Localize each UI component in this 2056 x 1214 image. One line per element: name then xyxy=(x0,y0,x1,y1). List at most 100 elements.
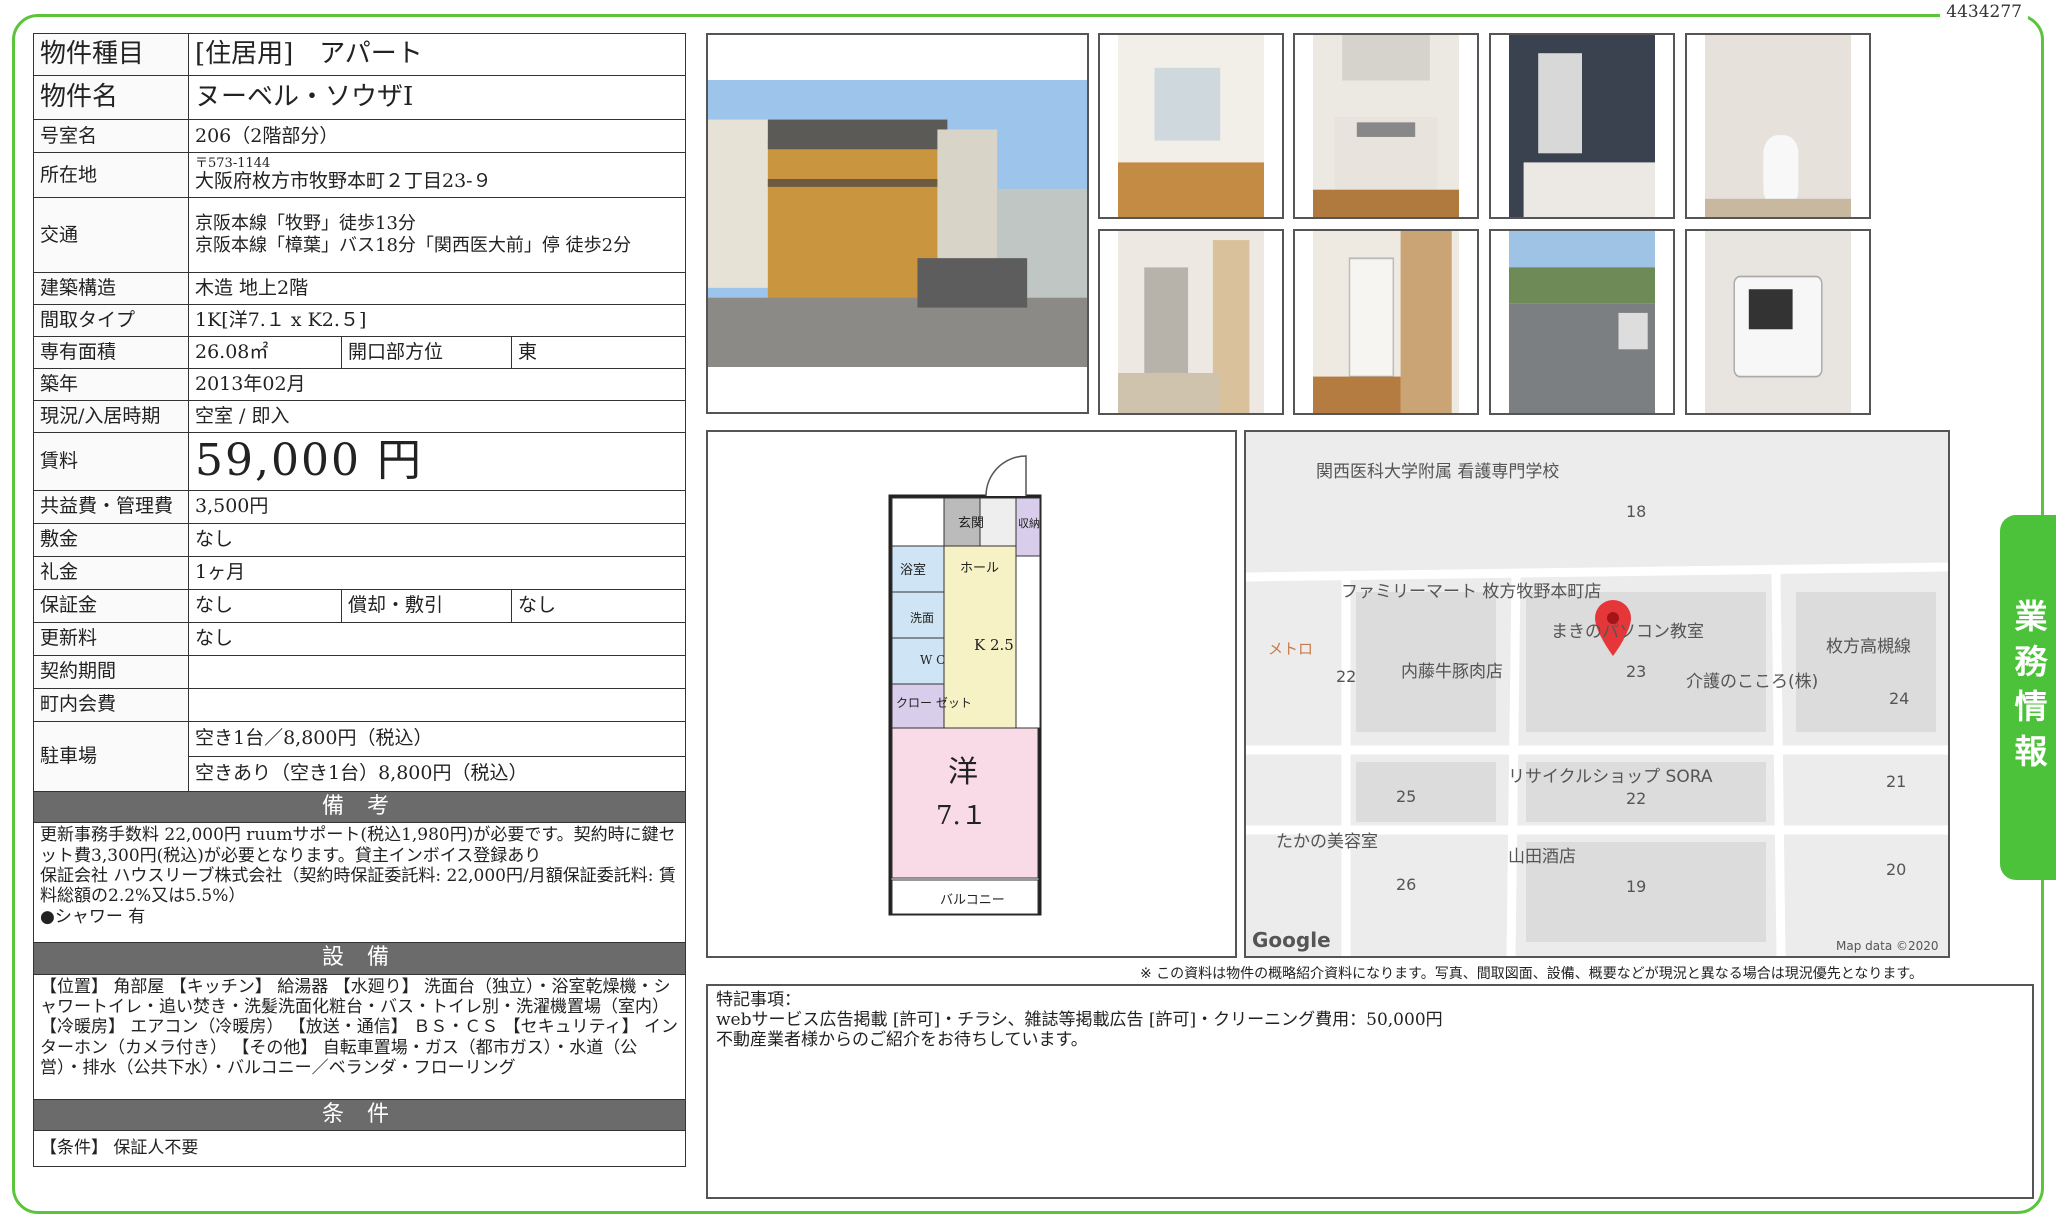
map-block-22b: 22 xyxy=(1626,789,1646,808)
floor-genkan: 玄関 xyxy=(958,516,984,531)
entrance-photo[interactable] xyxy=(1098,229,1284,415)
label-fee: 共益費・管理費 xyxy=(33,489,189,524)
value-access: 京阪本線「牧野」徒歩13分 京阪本線「樟葉」バス18分「関西医大前」停 徒歩2分 xyxy=(187,197,687,273)
value-direction: 東 xyxy=(510,336,687,369)
floor-wc: W C xyxy=(920,653,945,667)
label-rent: 賃料 xyxy=(33,432,189,491)
floor-kitchen: K 2.5 xyxy=(974,636,1014,654)
label-status: 現況/入居時期 xyxy=(33,400,189,433)
map-label-metro: メトロ xyxy=(1268,640,1313,658)
map-block-21: 21 xyxy=(1886,772,1906,791)
value-structure: 木造 地上2階 xyxy=(187,272,687,305)
label-parking: 駐車場 xyxy=(33,720,189,792)
map-credit: Map data ©2020 xyxy=(1836,939,1939,953)
label-access: 交通 xyxy=(33,197,189,273)
closet-photo[interactable] xyxy=(1293,229,1479,415)
map-label-hospital-school: 関西医科大学附属 看護専門学校 xyxy=(1316,462,1559,482)
conditions-text: 【条件】 保証人不要 xyxy=(32,1129,687,1167)
map-label-liquor: 山田酒店 xyxy=(1508,847,1576,867)
map-label-recycle: リサイクルショップ SORA xyxy=(1508,767,1713,787)
floor-closet: クロー ゼット xyxy=(896,696,972,710)
notes-header: 備 考 xyxy=(32,790,687,824)
map-label-road: 枚方高槻線 xyxy=(1826,637,1911,657)
label-deposit: 敷金 xyxy=(33,522,189,557)
label-guarantee: 保証金 xyxy=(33,588,189,623)
value-parking-1: 空き1台／8,800円（税込） xyxy=(187,720,687,757)
map-google-logo: Google xyxy=(1252,928,1331,952)
conditions-header: 条 件 xyxy=(32,1098,687,1131)
label-room: 号室名 xyxy=(33,119,189,153)
value-fee: 3,500円 xyxy=(187,489,687,524)
label-layout: 間取タイプ xyxy=(33,304,189,337)
value-town-fee xyxy=(187,687,687,722)
document-id: 4434277 xyxy=(1940,2,2028,22)
map-label-care: 介護のこころ(株) xyxy=(1686,672,1818,692)
value-type: [住居用] アパート xyxy=(187,33,687,76)
room-photo-1[interactable] xyxy=(1098,33,1284,219)
floor-shuno: 収納 xyxy=(1018,517,1040,530)
value-status: 空室 / 即入 xyxy=(187,400,687,433)
value-deposit: なし xyxy=(187,522,687,557)
floor-plan[interactable]: 玄関 収納 浴室 ホール 洗面 W C K 2.5 クロー ゼット 洋 7.１ … xyxy=(706,430,1237,958)
exterior-photo[interactable] xyxy=(706,33,1089,414)
disclaimer: ※ この資料は物件の概略紹介資料になります。写真、間取図面、設備、概要などが現況… xyxy=(1140,966,1923,982)
floor-balcony: バルコニー xyxy=(940,893,1005,908)
map-block-23: 23 xyxy=(1626,662,1646,681)
equipment-header: 設 備 xyxy=(32,942,687,975)
label-structure: 建築構造 xyxy=(33,272,189,305)
toilet-photo[interactable] xyxy=(1685,33,1871,219)
label-town-fee: 町内会費 xyxy=(33,687,189,722)
map-block-26: 26 xyxy=(1396,875,1416,894)
map-block-20: 20 xyxy=(1886,860,1906,879)
map-label-pc-school: まきのパソコン教室 xyxy=(1551,622,1704,642)
value-address: 〒573-1144 大阪府枚方市牧野本町２丁目23-９ xyxy=(187,152,687,198)
map-block-24: 24 xyxy=(1889,689,1909,708)
label-name: 物件名 xyxy=(33,75,189,120)
svg-text:関西医科大学附属 看護専門学校: 関西医科大学附属 看護専門学校 xyxy=(1316,462,1559,482)
value-layout: 1K[洋7.１ x K2.５] xyxy=(187,304,687,337)
label-direction: 開口部方位 xyxy=(341,336,512,369)
access-line-1: 京阪本線「牧野」徒歩13分 xyxy=(195,213,416,235)
business-info-tab[interactable]: 業務情報 xyxy=(2000,515,2056,880)
map-label-butcher: 内藤牛豚肉店 xyxy=(1401,662,1503,682)
value-area: 26.08㎡ xyxy=(188,336,342,369)
address-text: 大阪府枚方市牧野本町２丁目23-９ xyxy=(195,170,492,193)
remarks-line-2: 不動産業者様からのご紹介をお待ちしています。 xyxy=(716,1029,1088,1050)
value-name: ヌーベル・ソウザI xyxy=(187,75,687,120)
equipment-text: 【位置】 角部屋 【キッチン】 給湯器 【水廻り】 洗面台（独立）・浴室乾燥機・… xyxy=(32,973,687,1100)
label-address: 所在地 xyxy=(33,152,189,198)
value-renewal: なし xyxy=(187,621,687,656)
map-label-salon: たかの美容室 xyxy=(1276,832,1378,852)
label-built: 築年 xyxy=(33,368,189,401)
balcony-photo[interactable] xyxy=(1489,229,1675,415)
floor-hall: ホール xyxy=(960,561,999,576)
map-label-familymart: ファミリーマート 枚方牧野本町店 xyxy=(1341,582,1601,602)
special-remarks: 特記事項： webサービス広告掲載 [許可]・チラシ、雑誌等掲載広告 [許可]・… xyxy=(706,984,2034,1199)
value-built: 2013年02月 xyxy=(187,368,687,401)
floor-room-size: 7.１ xyxy=(936,801,987,831)
location-map[interactable]: 関西医科大学附属 看護専門学校 18 ファミリーマート 枚方牧野本町店 まきのパ… xyxy=(1244,430,1950,958)
label-renewal: 更新料 xyxy=(33,621,189,656)
value-key-money: 1ヶ月 xyxy=(187,555,687,590)
value-room: 206（2階部分） xyxy=(187,119,687,153)
value-term xyxy=(187,654,687,689)
intercom-photo[interactable] xyxy=(1685,229,1871,415)
label-type: 物件種目 xyxy=(33,33,189,76)
label-refund: 償却・敷引 xyxy=(341,588,512,623)
postal-code: 〒573-1144 xyxy=(195,156,271,172)
map-block-25: 25 xyxy=(1396,787,1416,806)
floor-washroom: 洗面 xyxy=(910,611,934,625)
map-block-22a: 22 xyxy=(1336,667,1356,686)
side-tab-label: 業務情報 xyxy=(2009,599,2048,779)
kitchen-photo[interactable] xyxy=(1293,33,1479,219)
remarks-line-1: webサービス広告掲載 [許可]・チラシ、雑誌等掲載広告 [許可]・クリーニング… xyxy=(716,1009,1443,1030)
value-refund: なし xyxy=(510,588,687,623)
value-rent: 59,000 円 xyxy=(187,432,687,491)
label-term: 契約期間 xyxy=(33,654,189,689)
remarks-title: 特記事項： xyxy=(716,990,801,1010)
property-info-table: 物件種目 [住居用] アパート 物件名 ヌーベル・ソウザI 号室名 206（2階部分）… xyxy=(32,33,687,1167)
label-key-money: 礼金 xyxy=(33,555,189,590)
value-guarantee: なし xyxy=(188,588,342,623)
map-block-19: 19 xyxy=(1626,877,1646,896)
bathroom-photo[interactable] xyxy=(1489,33,1675,219)
